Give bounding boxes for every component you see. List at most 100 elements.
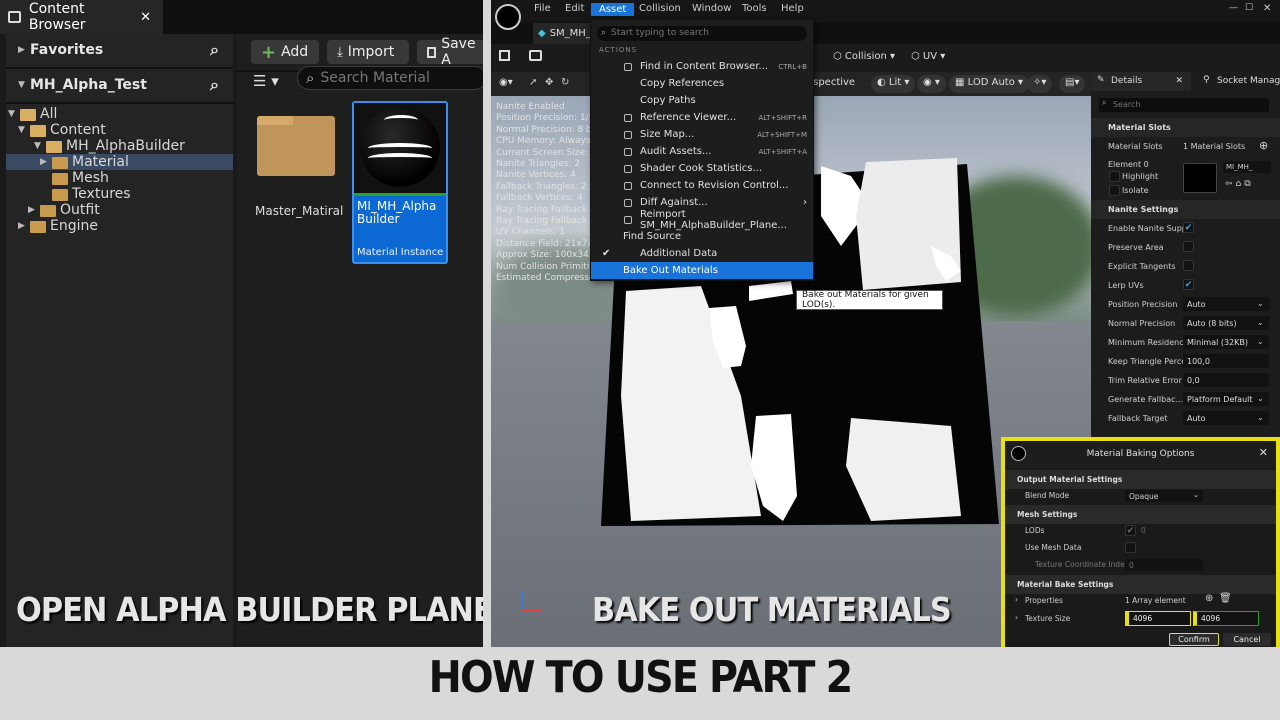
maximize-icon[interactable]: ☐ [1245,3,1253,13]
lerp-uvs-checkbox[interactable]: ✔ [1183,279,1194,290]
preserve-area-checkbox[interactable] [1183,241,1194,252]
search-material-input[interactable]: ⌕ Search Material [297,66,487,90]
menu-item-shader-cook-statistics[interactable]: Shader Cook Statistics... [591,160,813,177]
select-icon[interactable]: ➚ [529,77,537,88]
menu-item-reimport[interactable]: Reimport SM_MH_AlphaBuilder_Plane... [591,209,813,231]
menu-asset[interactable]: Asset [591,3,635,16]
tab-details[interactable]: ✎ Details ✕ [1091,72,1191,91]
highlight-checkbox[interactable] [1109,171,1120,182]
import-button[interactable]: ⤓ Import [327,40,409,64]
menu-window[interactable]: Window [692,3,731,14]
tree-item-textures[interactable]: Textures [52,186,131,202]
material-browse-icons[interactable]: ⇦⌂⧉ [1225,179,1254,189]
tree-item-engine[interactable]: ▶ Engine [18,218,98,234]
row-element-0: Element 0 Highlight Isolate MI_MH_ ⇦⌂⧉ [1091,155,1280,200]
close-icon[interactable]: ✕ [1259,446,1268,459]
import-icon: ⤓ [337,44,343,60]
minimize-icon[interactable]: — [1229,3,1238,13]
add-element-icon[interactable]: ⊕ [1205,593,1213,604]
camera-speed-icon[interactable]: ✧▾ [1027,75,1053,93]
menu-item-copy-references[interactable]: Copy References [591,75,813,92]
rotate-icon[interactable]: ↻ [561,77,569,88]
cancel-button[interactable]: Cancel [1223,633,1271,646]
menu-item-additional-data[interactable]: ✔ Additional Data [591,245,813,262]
menu-item-bake-out-materials[interactable]: Bake Out Materials [591,262,813,279]
material-picker[interactable]: MI_MH_ [1223,161,1271,173]
show-dropdown[interactable]: ◉ ▾ [917,75,946,93]
asset-tile-master-material[interactable]: Master_Matiral [253,104,345,266]
menu-item-audit-assets[interactable]: Audit Assets... ALT+SHIFT+A [591,143,813,160]
texture-size-y-field[interactable]: 4096 [1193,611,1259,626]
menu-collision[interactable]: Collision [639,3,681,14]
project-header[interactable]: ▼ MH_Alpha_Test ⌕ [6,69,233,101]
row-blend-mode: Blend Mode Opaque ⌄ [1005,487,1276,504]
save-all-button[interactable]: Save A [417,36,487,68]
section-material-slots[interactable]: Material Slots [1091,118,1280,137]
menu-item-find-source[interactable]: Find Source [591,228,813,245]
section-nanite-settings[interactable]: Nanite Settings [1091,200,1280,219]
menu-search-input[interactable]: ⌕ Start typing to search [597,26,807,41]
uv-icon: ⬡ [911,51,923,62]
close-icon[interactable]: ✕ [1175,76,1183,86]
search-icon[interactable]: ⌕ [210,40,219,60]
menu-item-connect-revision-control[interactable]: Connect to Revision Control... [591,177,813,194]
tree-item-outfit[interactable]: ▶ Outfit [28,202,100,218]
browse-icon[interactable] [529,50,542,61]
lod-dropdown[interactable]: ▦ LOD Auto ▾ [949,75,1030,93]
tree-item-mh-alphabuilder[interactable]: ▼ MH_AlphaBuilder [34,138,185,154]
details-search-input[interactable]: ⌕ Search [1099,98,1269,112]
menu-help[interactable]: Help [781,3,804,14]
add-slot-icon[interactable]: ⊕ [1259,139,1268,152]
viewport-options-icon[interactable]: ◉▾ [499,77,513,88]
use-mesh-data-checkbox[interactable] [1125,542,1136,553]
confirm-button[interactable]: Confirm [1169,633,1219,646]
explicit-tangents-checkbox[interactable] [1183,260,1194,271]
asset-grid-panel: + Add ⤓ Import Save A ☰ ▾ ⌕ Search Materia… [237,34,487,647]
keep-triangle-percent-field[interactable]: 100,0 [1183,354,1269,368]
tree-item-content[interactable]: ▼ Content [18,122,106,138]
tree-item-material[interactable]: ▶ Material [6,154,233,170]
trim-relative-error-field[interactable]: 0,0 [1183,373,1269,387]
texture-coordinate-field[interactable]: 0 [1125,559,1203,571]
material-thumbnail[interactable] [1183,163,1217,193]
tree-item-mesh[interactable]: Mesh [52,170,109,186]
lods-checkbox[interactable]: ✔ [1125,525,1136,536]
trash-icon[interactable]: 🗑 [1219,593,1232,604]
tree-item-all[interactable]: ▼ All [8,106,57,122]
menu-item-copy-paths[interactable]: Copy Paths [591,92,813,109]
chevron-right-icon[interactable]: › [1015,595,1018,604]
enable-nanite-checkbox[interactable]: ✔ [1183,222,1194,233]
menu-edit[interactable]: Edit [565,3,584,14]
texture-size-x-field[interactable]: 4096 [1125,611,1191,626]
tab-socket-manager[interactable]: ⚲ Socket Manage [1197,72,1280,91]
tab-content-browser[interactable]: Content Browser ✕ [0,0,163,34]
filter-icon[interactable]: ☰ ▾ [253,72,279,90]
menu-item-size-map[interactable]: Size Map... ALT+SHIFT+M [591,126,813,143]
stat-line: Position Precision: 1/1 [496,113,595,124]
move-icon[interactable]: ✥ [545,77,553,88]
perspective-dropdown[interactable]: rspective [809,77,855,88]
search-icon[interactable]: ⌕ [210,75,219,95]
blend-mode-select[interactable]: Opaque [1125,490,1203,502]
asset-tile-mi-mh-alpha-builder[interactable]: MI_MH_Alpha Builder Material Instance [352,101,448,264]
menu-file[interactable]: File [534,3,551,14]
lit-dropdown[interactable]: ◐ Lit ▾ [871,75,916,93]
uv-dropdown[interactable]: ⬡ UV ▾ [911,51,945,62]
section-label: Material Bake Settings [1017,580,1114,589]
chevron-right-icon[interactable]: › [1015,613,1018,622]
collision-dropdown[interactable]: ⬡ Collision ▾ [833,51,895,62]
close-icon[interactable]: ✕ [140,10,151,25]
favorites-header[interactable]: ▶ Favorites ⌕ [6,34,233,66]
tab-static-mesh[interactable]: ◆ SM_MH_ [533,23,593,44]
layout-icon[interactable]: ▤▾ [1059,75,1086,93]
lit-icon: ◐ [877,77,889,88]
collision-icon: ⬡ [833,51,845,62]
isolate-checkbox[interactable] [1109,185,1120,196]
add-button[interactable]: + Add [251,40,319,64]
stat-line: Distance Field: 21x7x [496,238,593,249]
menu-item-reference-viewer[interactable]: Reference Viewer... ALT+SHIFT+R [591,109,813,126]
close-window-icon[interactable]: ✕ [1263,3,1271,14]
menu-item-find-in-content-browser[interactable]: Find in Content Browser... CTRL+B [591,58,813,75]
menu-tools[interactable]: Tools [742,3,767,14]
save-icon[interactable] [499,50,510,61]
